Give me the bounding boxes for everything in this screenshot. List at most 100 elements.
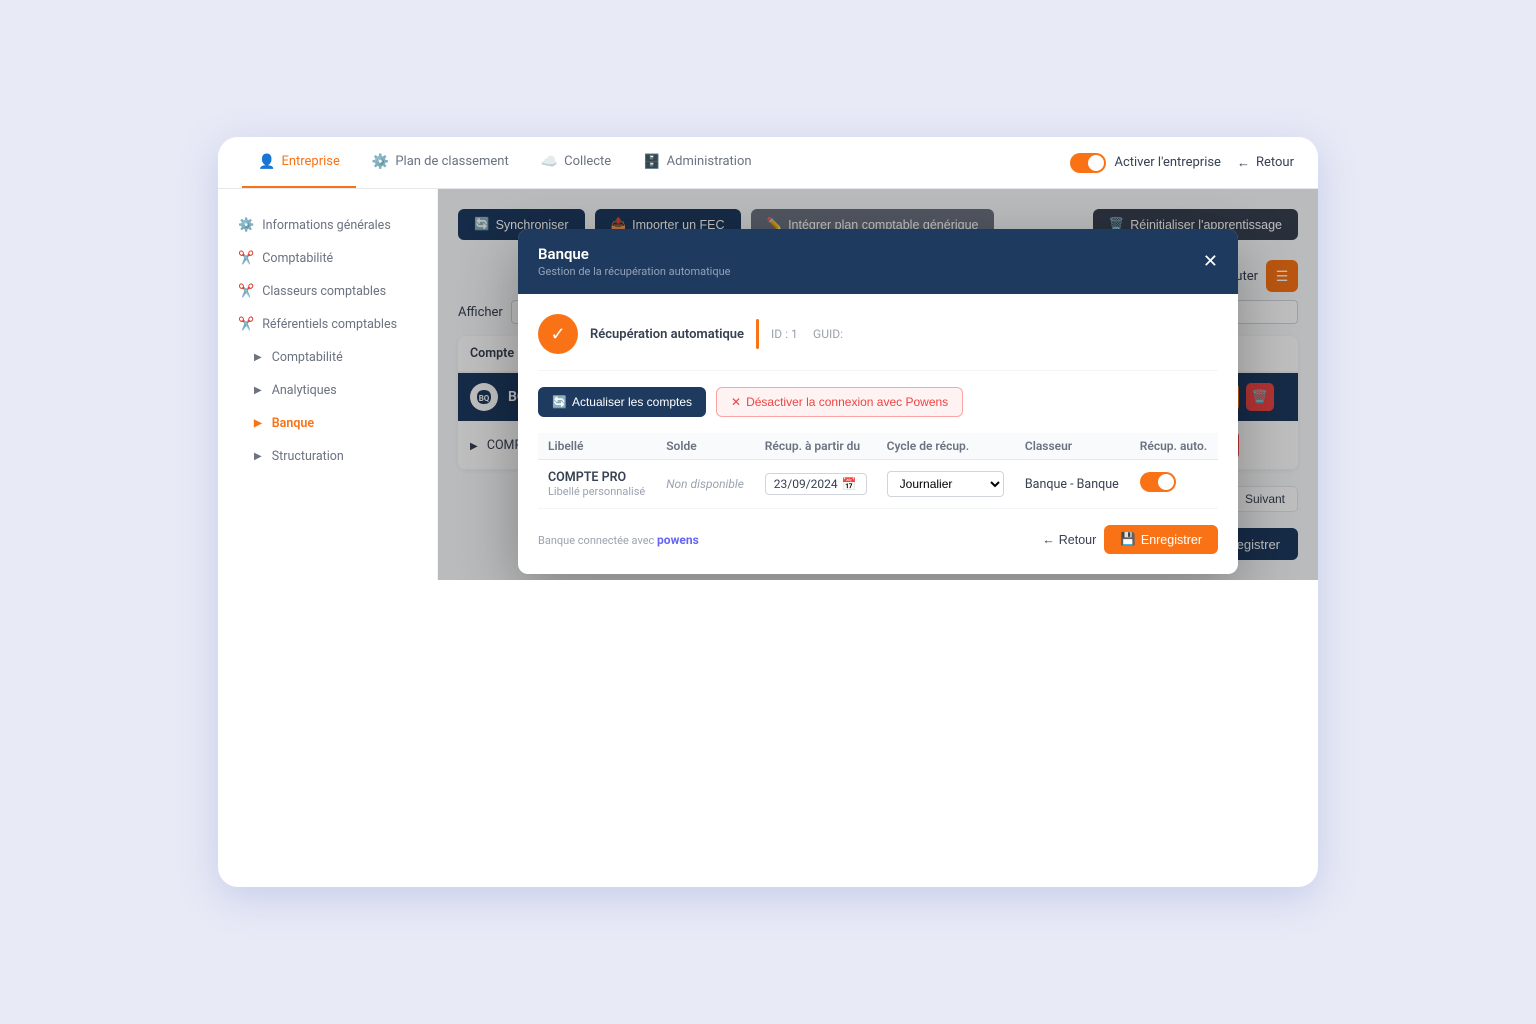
sidebar-item-comptabilite[interactable]: ✂️ Comptabilité <box>218 242 437 275</box>
back-button[interactable]: ← Retour <box>1237 155 1294 171</box>
modal-col-cycle: Cycle de récup. <box>877 433 1015 460</box>
modal-close-button[interactable]: ✕ <box>1203 251 1218 272</box>
deactivate-button[interactable]: ✕ Désactiver la connexion avec Powens <box>716 387 963 417</box>
modal-id: ID : 1 <box>771 327 798 341</box>
sidebar-item-classeurs[interactable]: ✂️ Classeurs comptables <box>218 275 437 308</box>
deactivate-label: Désactiver la connexion avec Powens <box>746 395 948 409</box>
powens-brand: powens <box>657 533 699 547</box>
modal-footer: Banque connectée avec powens ← Retour 💾 <box>538 525 1218 554</box>
main-card: 👤 Entreprise ⚙️ Plan de classement ☁️ Co… <box>218 137 1318 887</box>
sidebar-item-label: Informations générales <box>262 218 391 233</box>
date-input-wrapper: 23/09/2024 📅 <box>765 473 867 495</box>
modal-col-solde: Solde <box>656 433 755 460</box>
update-accounts-button[interactable]: 🔄 Actualiser les comptes <box>538 387 706 417</box>
sidebar-item-comptabilite-sub[interactable]: ▶ Comptabilité <box>218 341 437 374</box>
expand-icon: ▶ <box>254 352 262 363</box>
modal-row-cycle: Journalier Hebdomadaire Mensuel <box>877 460 1015 509</box>
expand2-icon: ▶ <box>254 385 262 396</box>
calendar-icon[interactable]: 📅 <box>842 477 857 491</box>
tab-plan-label: Plan de classement <box>395 154 508 169</box>
tab-entreprise[interactable]: 👤 Entreprise <box>242 137 356 188</box>
scissors2-icon: ✂️ <box>238 284 254 299</box>
solde-value: Non disponible <box>666 477 744 491</box>
status-divider <box>756 319 759 349</box>
sidebar-item-banque[interactable]: ▶ Banque <box>218 407 437 440</box>
modal-status-row: ✓ Récupération automatique ID : 1 GUID: <box>538 314 1218 371</box>
activate-toggle[interactable] <box>1070 153 1106 173</box>
modal-label-main: COMPTE PRO <box>548 470 646 485</box>
sidebar-item-label: Structuration <box>272 449 344 464</box>
modal-row-classeur: Banque - Banque <box>1015 460 1130 509</box>
modal-row-libelle: COMPTE PRO Libellé personnalisé <box>538 460 656 509</box>
scissors-icon: ✂️ <box>238 251 254 266</box>
scissors3-icon: ✂️ <box>238 317 254 332</box>
modal-save-button[interactable]: 💾 Enregistrer <box>1104 525 1218 554</box>
modal-back-button[interactable]: ← Retour <box>1042 533 1096 547</box>
expand3-icon: ▶ <box>254 418 262 429</box>
cloud-icon: ☁️ <box>541 154 558 170</box>
status-text: Récupération automatique <box>590 327 744 342</box>
content-area: 🔄 Synchroniser 📤 Importer un FEC ✏️ Inté… <box>438 189 1318 580</box>
cycle-select[interactable]: Journalier Hebdomadaire Mensuel <box>887 471 1004 497</box>
modal-label-sub: Libellé personnalisé <box>548 485 646 498</box>
sidebar-item-label: Référentiels comptables <box>262 317 397 332</box>
modal-col-libelle: Libellé <box>538 433 656 460</box>
nav-right: Activer l'entreprise ← Retour <box>1070 153 1294 173</box>
modal-actions: 🔄 Actualiser les comptes ✕ Désactiver la… <box>538 387 1218 417</box>
person-icon: 👤 <box>258 154 275 170</box>
modal-table-row: COMPTE PRO Libellé personnalisé Non disp… <box>538 460 1218 509</box>
sidebar-item-label: Comptabilité <box>262 251 333 266</box>
db-icon: 🗄️ <box>643 154 660 170</box>
main-layout: ⚙️ Informations générales ✂️ Comptabilit… <box>218 189 1318 580</box>
status-circle: ✓ <box>538 314 578 354</box>
sidebar-item-referentiels[interactable]: ✂️ Référentiels comptables <box>218 308 437 341</box>
settings-icon: ⚙️ <box>372 154 389 170</box>
expand4-icon: ▶ <box>254 451 262 462</box>
x-icon: ✕ <box>731 395 741 409</box>
back-btn-label: Retour <box>1059 533 1097 547</box>
update-label: Actualiser les comptes <box>572 395 692 409</box>
modal-row-recup <box>1130 460 1218 509</box>
modal-title: Banque <box>538 245 731 263</box>
modal-guid: GUID: <box>813 327 843 341</box>
modal-col-date: Récup. à partir du <box>755 433 877 460</box>
top-nav: 👤 Entreprise ⚙️ Plan de classement ☁️ Co… <box>218 137 1318 189</box>
modal-col-classeur: Classeur <box>1015 433 1130 460</box>
modal-subtitle: Gestion de la récupération automatique <box>538 265 731 278</box>
tab-collecte[interactable]: ☁️ Collecte <box>525 137 627 188</box>
powens-note: Banque connectée avec powens <box>538 533 699 547</box>
modal-overlay: Banque Gestion de la récupération automa… <box>438 189 1318 580</box>
modal-ids: ID : 1 GUID: <box>771 327 843 342</box>
sidebar: ⚙️ Informations générales ✂️ Comptabilit… <box>218 189 438 580</box>
tab-entreprise-label: Entreprise <box>281 154 339 169</box>
status-label: Récupération automatique <box>590 327 744 342</box>
modal-body: ✓ Récupération automatique ID : 1 GUID: <box>518 294 1238 574</box>
modal-row-date: 23/09/2024 📅 <box>755 460 877 509</box>
sidebar-item-label: Comptabilité <box>272 350 343 365</box>
toggle-wrapper: Activer l'entreprise <box>1070 153 1220 173</box>
back-arrow-icon: ← <box>1237 155 1250 171</box>
save2-icon: 💾 <box>1120 532 1136 547</box>
footer-note: Banque connectée avec <box>538 534 654 547</box>
modal: Banque Gestion de la récupération automa… <box>518 229 1238 574</box>
tab-collecte-label: Collecte <box>564 154 611 169</box>
sidebar-item-structuration[interactable]: ▶ Structuration <box>218 440 437 473</box>
recup-toggle[interactable] <box>1140 472 1176 492</box>
date-value: 23/09/2024 <box>774 477 838 491</box>
sidebar-item-label: Classeurs comptables <box>262 284 386 299</box>
tab-administration-label: Administration <box>667 154 752 169</box>
sidebar-item-label: Analytiques <box>272 383 337 398</box>
back-label: Retour <box>1256 155 1294 170</box>
sidebar-item-analytiques[interactable]: ▶ Analytiques <box>218 374 437 407</box>
modal-header: Banque Gestion de la récupération automa… <box>518 229 1238 294</box>
tab-administration[interactable]: 🗄️ Administration <box>627 137 767 188</box>
sidebar-item-informations[interactable]: ⚙️ Informations générales <box>218 209 437 242</box>
sidebar-item-label: Banque <box>272 416 314 431</box>
modal-header-text: Banque Gestion de la récupération automa… <box>538 245 731 278</box>
toggle-label: Activer l'entreprise <box>1114 155 1220 170</box>
save-btn-label: Enregistrer <box>1141 533 1202 547</box>
back-arrow2-icon: ← <box>1042 533 1055 547</box>
refresh-icon: 🔄 <box>552 395 567 409</box>
modal-col-recup: Récup. auto. <box>1130 433 1218 460</box>
tab-plan[interactable]: ⚙️ Plan de classement <box>356 137 525 188</box>
